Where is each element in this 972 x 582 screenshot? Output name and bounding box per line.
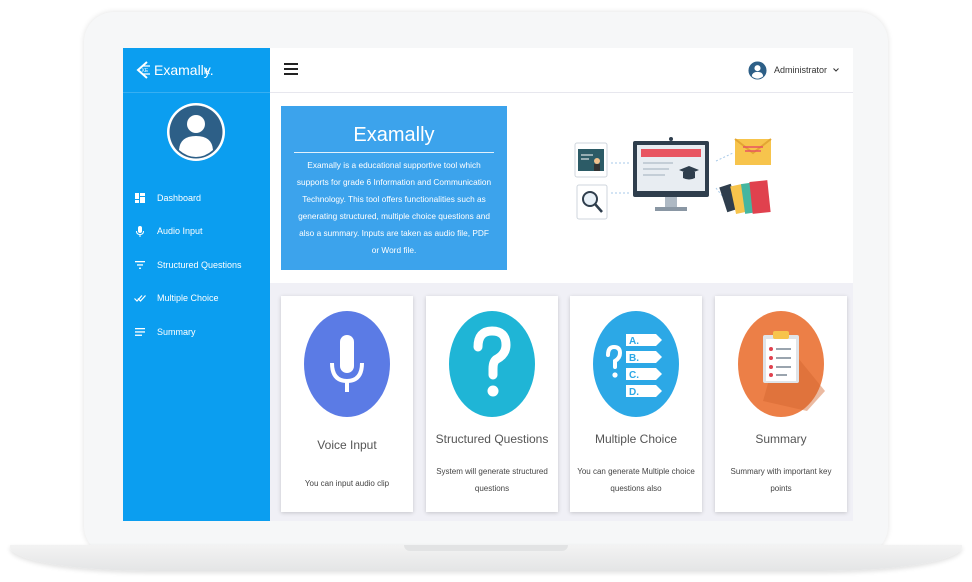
choice-label: A. — [629, 336, 639, 347]
card-description: Summary with important key points — [730, 467, 832, 493]
menu-toggle-icon[interactable] — [284, 63, 298, 75]
sidebar-item-label: Structured Questions — [157, 259, 242, 270]
brand[interactable]: XE Examally. lk — [123, 48, 270, 93]
sidebar-item-audio-input[interactable]: Audio Input — [123, 215, 270, 249]
card-title: Structured Questions — [435, 432, 549, 446]
card-description: You can input audio clip — [304, 479, 390, 488]
microphone-icon — [123, 225, 157, 237]
e-learning-illustration — [574, 137, 772, 220]
hero-section: Examally Examally is a educational suppo… — [270, 93, 853, 283]
feature-cards: Voice Input You can input audio clip Str… — [270, 296, 853, 513]
multiple-choice-icon: A. B. C. D. — [593, 311, 679, 417]
top-bar: Administrator — [270, 48, 853, 93]
microphone-icon — [304, 311, 390, 417]
clipboard-icon — [738, 311, 825, 417]
card-description: System will generate structured question… — [436, 467, 548, 493]
card-title: Summary — [755, 432, 807, 446]
user-menu[interactable]: Administrator — [748, 59, 839, 81]
sidebar-item-label: Summary — [157, 326, 196, 337]
card-description: You can generate Multiple choice questio… — [577, 467, 695, 493]
dashboard-icon — [123, 192, 157, 203]
hero-divider — [294, 152, 494, 153]
sidebar: XE Examally. lk Dashboard Audio Input St… — [123, 48, 270, 521]
choice-label: C. — [629, 370, 639, 381]
card-summary[interactable]: Summary Summary with important key point… — [715, 296, 847, 512]
user-avatar-icon — [748, 60, 767, 80]
sidebar-nav: Dashboard Audio Input Structured Questio… — [123, 181, 270, 349]
hero-description: Examally is a educational supportive too… — [296, 160, 492, 255]
choice-label: B. — [629, 353, 639, 364]
card-title: Multiple Choice — [594, 432, 678, 446]
brand-suffix: lk — [204, 67, 210, 76]
svg-text:XE: XE — [142, 68, 149, 74]
app-screen: XE Examally. lk Dashboard Audio Input St… — [123, 48, 853, 521]
hero-info-box: Examally Examally is a educational suppo… — [281, 106, 507, 270]
card-voice-input[interactable]: Voice Input You can input audio clip — [281, 296, 413, 512]
double-check-icon — [123, 294, 157, 303]
sidebar-item-dashboard[interactable]: Dashboard — [123, 181, 270, 215]
sidebar-item-label: Audio Input — [157, 226, 203, 237]
question-mark-icon — [449, 311, 535, 417]
hero-title: Examally — [353, 124, 435, 146]
examally-logo-icon: XE — [136, 61, 150, 79]
chevron-down-icon — [833, 68, 839, 72]
laptop-notch — [404, 545, 568, 551]
card-structured-questions[interactable]: Structured Questions System will generat… — [426, 296, 558, 512]
filter-list-icon — [123, 260, 157, 269]
card-multiple-choice[interactable]: A. B. C. D. Multiple Choice You can gene… — [570, 296, 702, 512]
sidebar-item-multiple-choice[interactable]: Multiple Choice — [123, 282, 270, 316]
sidebar-item-label: Dashboard — [157, 192, 202, 203]
user-avatar-icon — [167, 103, 225, 161]
user-name: Administrator — [773, 65, 827, 75]
choice-label: D. — [629, 387, 639, 398]
sidebar-item-summary[interactable]: Summary — [123, 315, 270, 349]
notes-icon — [123, 327, 157, 336]
card-title: Voice Input — [317, 438, 377, 452]
sidebar-item-structured-questions[interactable]: Structured Questions — [123, 248, 270, 282]
sidebar-item-label: Multiple Choice — [157, 293, 219, 304]
